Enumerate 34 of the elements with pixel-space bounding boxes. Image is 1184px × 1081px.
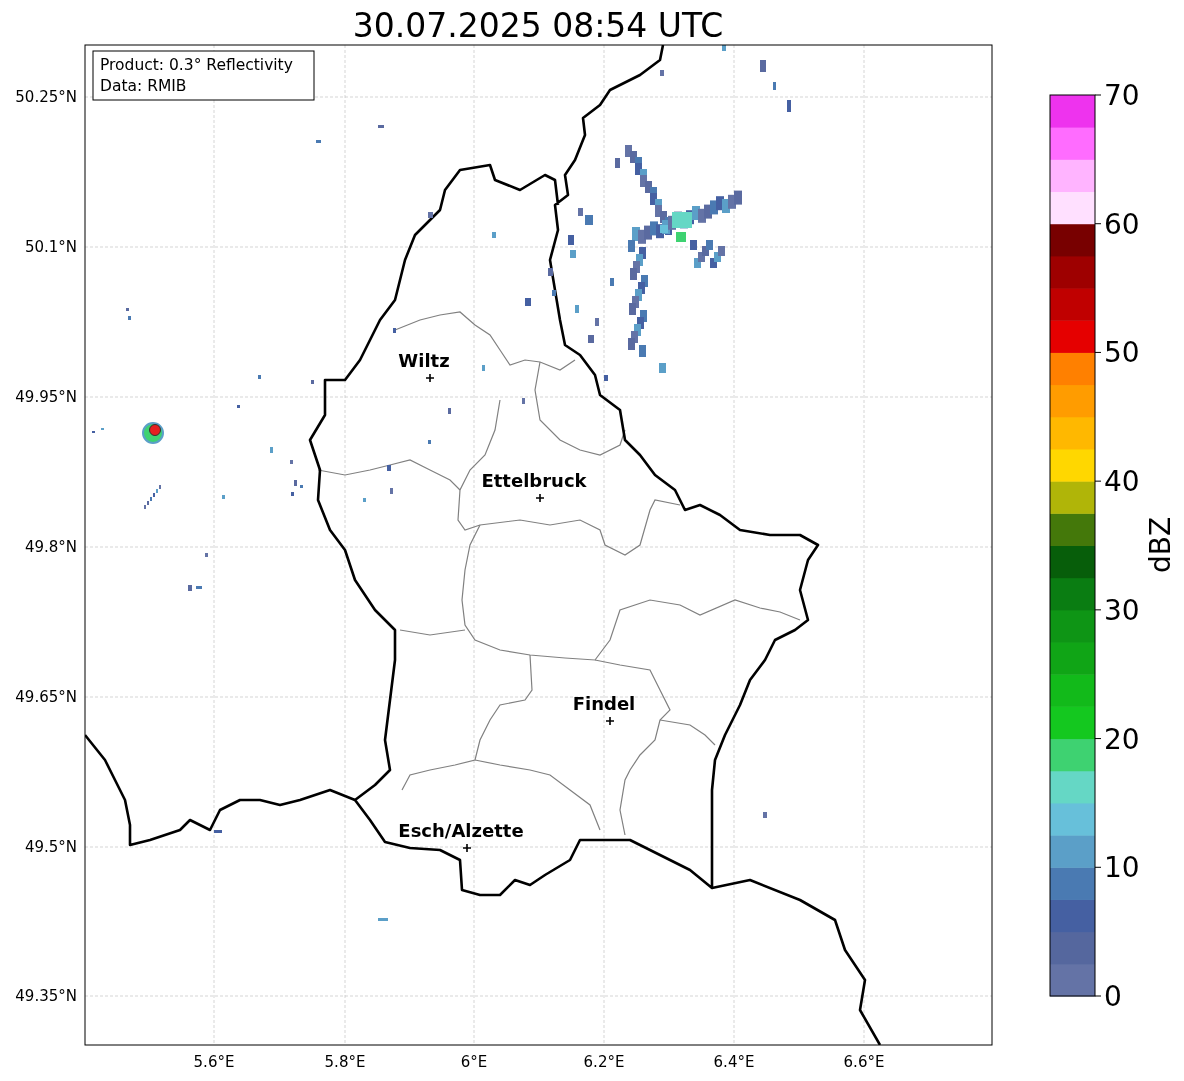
colorbar-tick-label: 30 [1104, 593, 1140, 627]
latitude-label: 49.95°N [15, 388, 77, 406]
city-marker-icon [605, 716, 615, 726]
latitude-label: 49.65°N [15, 688, 77, 706]
latitude-label: 49.35°N [15, 987, 77, 1005]
plot-title: 30.07.2025 08:54 UTC [352, 6, 724, 45]
latitude-label: 50.25°N [15, 88, 77, 106]
colorbar-tick-label: 0 [1104, 980, 1122, 1013]
city-label: Esch/Alzette [398, 820, 524, 841]
colorbar-tick-label: 70 [1104, 79, 1140, 112]
colorbar-tick-label: 40 [1104, 465, 1140, 499]
colorbar-tick-label: 50 [1104, 336, 1140, 370]
colorbar-tick-label: 10 [1104, 851, 1140, 885]
city-label: Ettelbruck [481, 470, 587, 491]
city-marker-icon [425, 373, 435, 383]
longitude-label: 6.2°E [583, 1053, 625, 1071]
latitude-label: 50.1°N [24, 238, 77, 256]
colorbar-tick-label: 60 [1104, 207, 1140, 241]
city-marker-icon [462, 843, 472, 853]
colorbar-tick-label: 20 [1104, 722, 1140, 756]
latitude-label: 49.5°N [24, 838, 77, 856]
info-text: Product: 0.3° Reflectivity [100, 56, 293, 74]
latitude-label: 49.8°N [24, 538, 77, 556]
longitude-label: 5.6°E [193, 1053, 235, 1071]
city-label: Wiltz [398, 350, 450, 371]
colorbar-title: dBZ [1144, 516, 1177, 574]
city-label: Findel [572, 693, 636, 714]
longitude-label: 6.6°E [843, 1053, 885, 1071]
longitude-label: 6.4°E [713, 1053, 755, 1071]
longitude-label: 6°E [460, 1053, 488, 1071]
longitude-label: 5.8°E [324, 1053, 366, 1071]
city-marker-icon [535, 493, 545, 503]
radar-site-icon [149, 424, 161, 436]
info-text: Data: RMIB [100, 77, 187, 95]
